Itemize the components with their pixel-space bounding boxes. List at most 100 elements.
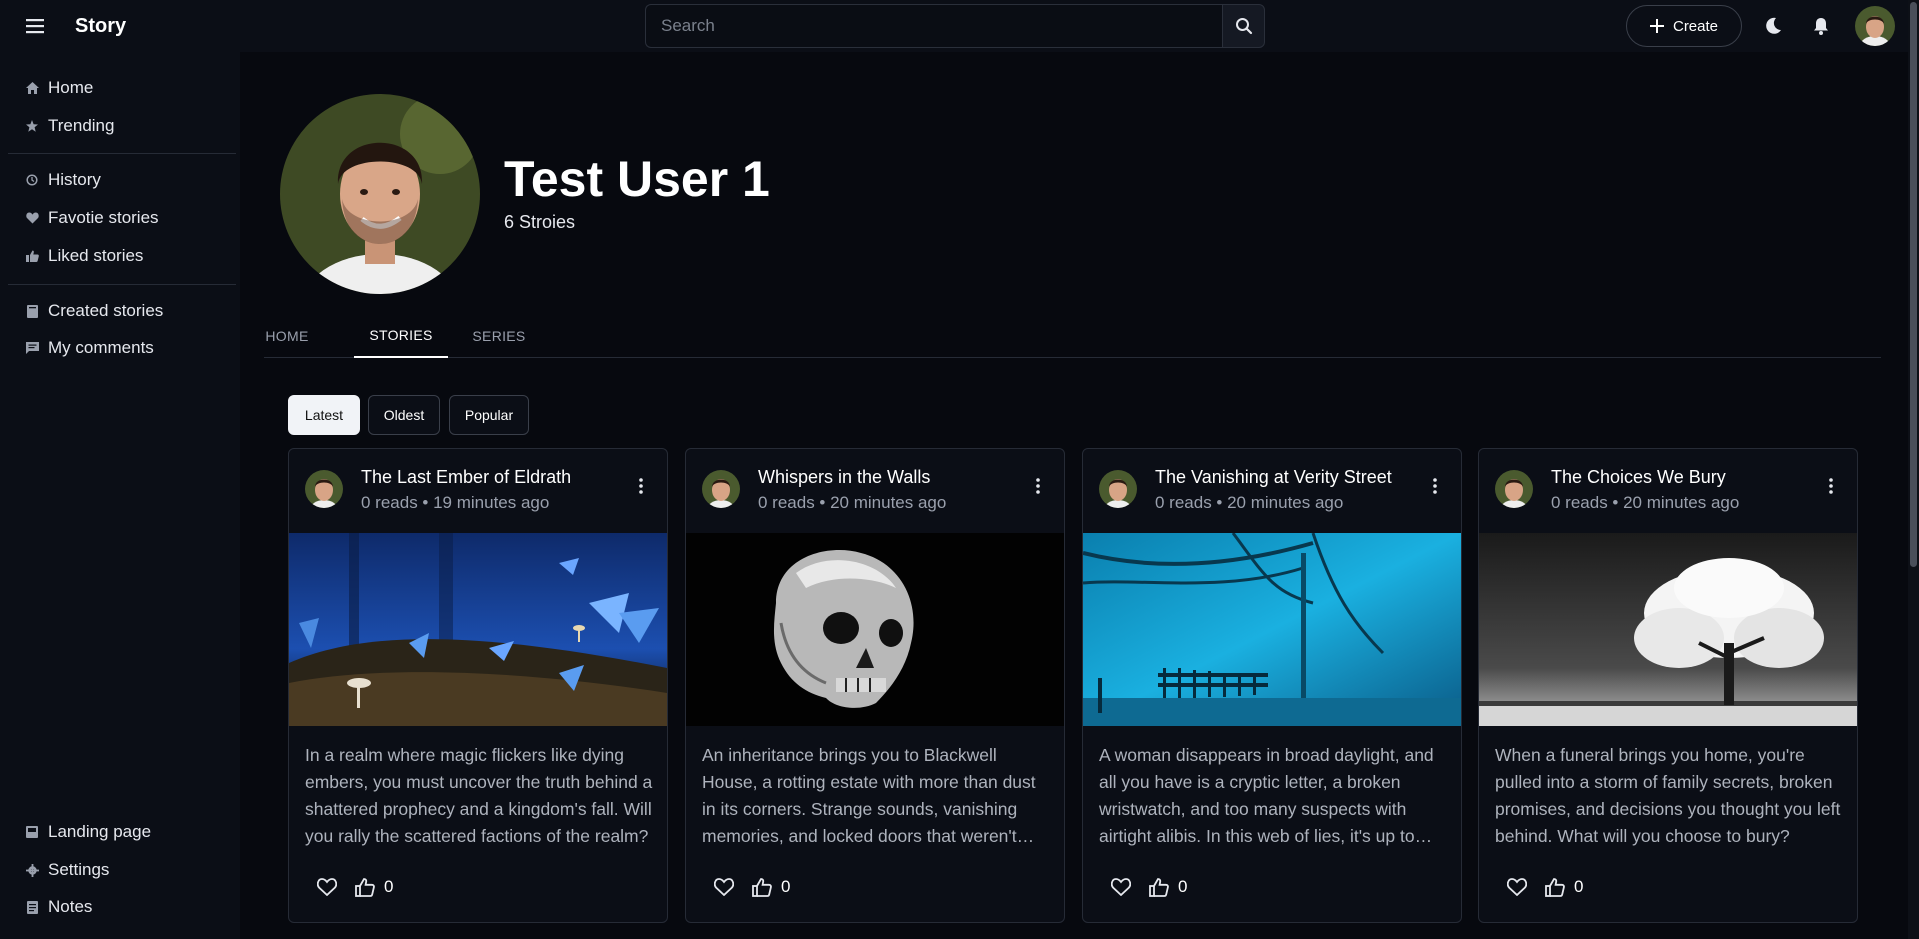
notes-icon	[25, 900, 39, 914]
more-options-icon[interactable]	[1026, 471, 1050, 501]
moon-icon	[1766, 17, 1781, 34]
sidebar-item-label: Notes	[48, 897, 93, 916]
menu-icon[interactable]	[22, 14, 50, 38]
story-description: When a funeral brings you home, you're p…	[1495, 745, 1841, 846]
sidebar-divider	[8, 153, 236, 154]
heart-icon[interactable]	[1505, 875, 1529, 899]
thumb-up-icon	[25, 249, 39, 263]
notifications-button[interactable]	[1808, 13, 1834, 39]
sidebar-item-my-comments[interactable]: My comments	[0, 332, 236, 364]
sidebar-item-label: Liked stories	[48, 246, 144, 265]
more-options-icon[interactable]	[1423, 471, 1447, 501]
heart-icon[interactable]	[315, 875, 339, 899]
book-icon	[25, 304, 39, 318]
story-cover-image[interactable]	[289, 533, 667, 726]
story-cover-image[interactable]	[1479, 533, 1857, 726]
author-avatar[interactable]	[702, 470, 740, 508]
tab-series[interactable]: SERIES	[466, 313, 532, 358]
gear-icon	[25, 863, 39, 877]
story-card[interactable]: The Last Ember of Eldrath 0 reads • 19 m…	[288, 448, 668, 923]
story-title[interactable]: Whispers in the Walls	[758, 467, 930, 488]
story-card[interactable]: The Vanishing at Verity Street 0 reads •…	[1082, 448, 1462, 923]
theme-toggle-button[interactable]	[1760, 13, 1786, 39]
story-cover-image[interactable]	[1083, 533, 1461, 726]
story-description: A woman disappears in broad daylight, an…	[1099, 745, 1434, 846]
more-options-icon[interactable]	[629, 471, 653, 501]
sidebar-item-trending[interactable]: Trending	[0, 110, 236, 142]
create-label: Create	[1672, 17, 1719, 35]
sidebar-item-liked-stories[interactable]: Liked stories	[0, 240, 236, 272]
story-card[interactable]: Whispers in the Walls 0 reads • 20 minut…	[685, 448, 1065, 923]
story-card[interactable]: The Choices We Bury 0 reads • 20 minutes…	[1478, 448, 1858, 923]
like-count: 0	[384, 877, 394, 896]
tab-stories[interactable]: STORIES	[354, 313, 448, 358]
heart-icon	[25, 211, 39, 225]
user-avatar[interactable]	[1855, 6, 1895, 46]
profile-story-count: 6 Stroies	[504, 212, 576, 232]
history-icon	[25, 173, 39, 187]
sidebar-item-notes[interactable]: Notes	[0, 891, 236, 923]
sidebar-divider	[8, 284, 236, 285]
sidebar-item-label: My comments	[48, 338, 154, 357]
top-bar: Story Create	[0, 0, 1908, 52]
thumb-up-icon[interactable]	[1543, 875, 1567, 899]
sidebar-item-label: Created stories	[48, 301, 164, 320]
profile-name: Test User 1	[504, 151, 770, 207]
story-description: In a realm where magic flickers like dyi…	[305, 745, 653, 846]
heart-icon[interactable]	[712, 875, 736, 899]
star-icon	[25, 119, 39, 133]
story-cover-image[interactable]	[686, 533, 1064, 726]
sidebar-item-landing-page[interactable]: Landing page	[0, 816, 236, 848]
filter-oldest-button[interactable]: Oldest	[368, 395, 440, 435]
tab-home[interactable]: HOME	[264, 313, 310, 358]
like-count: 0	[781, 877, 791, 896]
search-bar	[645, 4, 1265, 48]
sidebar-item-settings[interactable]: Settings	[0, 854, 236, 886]
search-button[interactable]	[1222, 4, 1265, 48]
sidebar-item-label: History	[48, 170, 101, 189]
create-button[interactable]: Create	[1626, 5, 1742, 47]
sidebar-item-label: Favotie stories	[48, 208, 159, 227]
heart-icon[interactable]	[1109, 875, 1133, 899]
sidebar-item-created-stories[interactable]: Created stories	[0, 295, 236, 327]
story-title[interactable]: The Vanishing at Verity Street	[1155, 467, 1392, 488]
search-input[interactable]	[645, 4, 1222, 48]
profile-avatar	[280, 94, 480, 294]
story-meta: 0 reads • 20 minutes ago	[1155, 493, 1344, 512]
sidebar-item-label: Trending	[48, 116, 115, 135]
scroll-thumb[interactable]	[1910, 2, 1917, 567]
author-avatar[interactable]	[1495, 470, 1533, 508]
sidebar-item-label: Landing page	[48, 822, 152, 841]
story-title[interactable]: The Choices We Bury	[1551, 467, 1726, 488]
sidebar-item-history[interactable]: History	[0, 164, 236, 196]
landing-icon	[25, 825, 39, 839]
sidebar-item-home[interactable]: Home	[0, 72, 236, 104]
home-icon	[25, 81, 39, 95]
filter-popular-button[interactable]: Popular	[449, 395, 529, 435]
app-title[interactable]: Story	[75, 15, 126, 38]
filter-latest-button[interactable]: Latest	[288, 395, 360, 435]
story-title[interactable]: The Last Ember of Eldrath	[361, 467, 571, 488]
more-options-icon[interactable]	[1819, 471, 1843, 501]
author-avatar[interactable]	[1099, 470, 1137, 508]
thumb-up-icon[interactable]	[1147, 875, 1171, 899]
comment-icon	[25, 341, 39, 355]
thumb-up-icon[interactable]	[353, 875, 377, 899]
thumb-up-icon[interactable]	[750, 875, 774, 899]
like-count: 0	[1178, 877, 1188, 896]
author-avatar[interactable]	[305, 470, 343, 508]
profile-tabs: HOME STORIES SERIES	[264, 313, 1881, 358]
plus-icon	[1649, 19, 1664, 33]
story-meta: 0 reads • 20 minutes ago	[758, 493, 947, 512]
story-meta: 0 reads • 19 minutes ago	[361, 493, 550, 512]
sidebar-item-label: Settings	[48, 860, 110, 879]
sidebar-item-favorite-stories[interactable]: Favotie stories	[0, 202, 236, 234]
search-icon	[1235, 18, 1252, 35]
sidebar: Home Trending History Favotie stories Li…	[0, 52, 240, 939]
story-description: An inheritance brings you to Blackwell H…	[702, 745, 1036, 846]
bell-icon	[1814, 18, 1828, 35]
like-count: 0	[1574, 877, 1584, 896]
page-scrollbar[interactable]	[1908, 0, 1919, 939]
sidebar-item-label: Home	[48, 78, 94, 97]
story-meta: 0 reads • 20 minutes ago	[1551, 493, 1740, 512]
